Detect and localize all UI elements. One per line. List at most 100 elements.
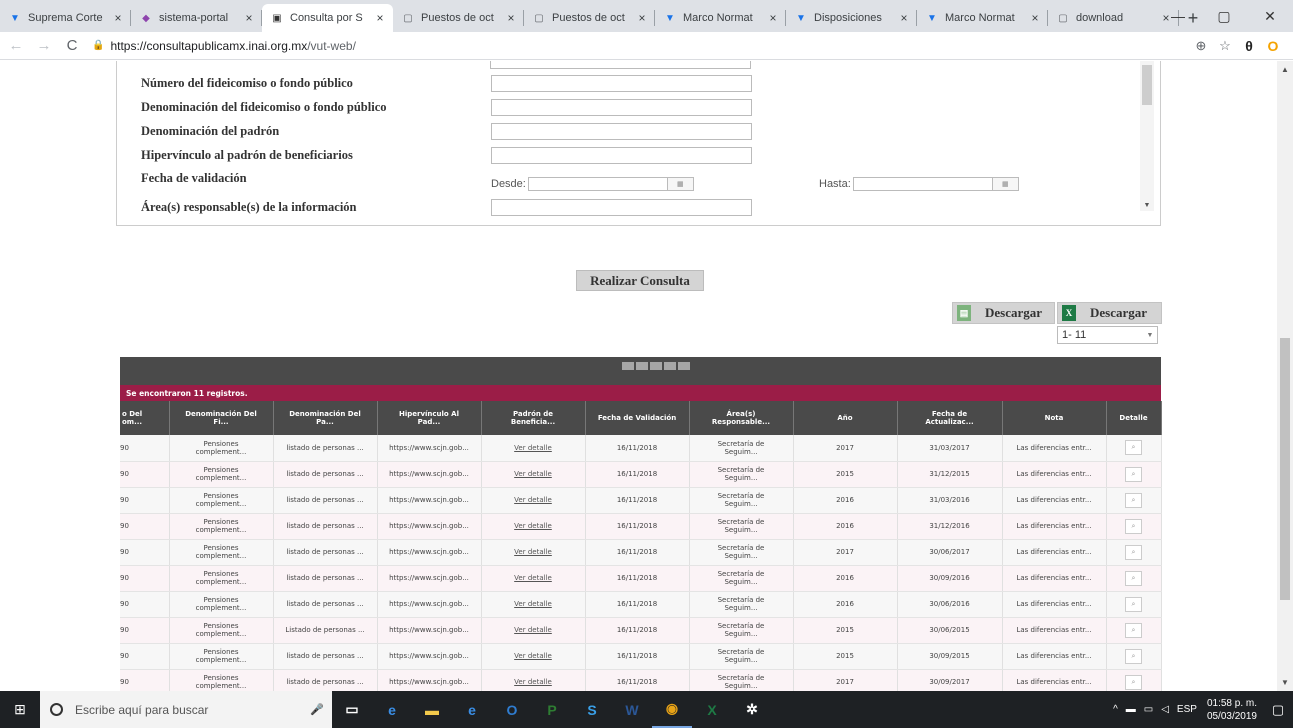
bookmark-star-icon[interactable]: ☆	[1213, 38, 1237, 54]
column-header[interactable]: Área(s) Responsable...	[689, 401, 794, 435]
detail-search-icon[interactable]: ⌕	[1125, 622, 1142, 638]
detail-search-icon[interactable]: ⌕	[1125, 492, 1142, 508]
browser-tab[interactable]: ▼ Disposiciones ×	[786, 4, 917, 32]
ver-detalle-link[interactable]: Ver detalle	[514, 444, 552, 452]
pager-last-button[interactable]	[678, 362, 690, 370]
outlook-icon[interactable]: O	[492, 691, 532, 728]
browser-tab[interactable]: ▼ Marco Normat ×	[655, 4, 786, 32]
ver-detalle-link[interactable]: Ver detalle	[514, 678, 552, 686]
ver-detalle-link[interactable]: Ver detalle	[514, 522, 552, 530]
pager-page-button[interactable]	[650, 362, 662, 370]
edge-icon[interactable]: e	[372, 691, 412, 728]
filter-input-previous[interactable]	[490, 61, 751, 69]
detail-search-icon[interactable]: ⌕	[1125, 518, 1142, 534]
browser-tab[interactable]: ▢ Puestos de oct ×	[524, 4, 655, 32]
project-icon[interactable]: P	[532, 691, 572, 728]
close-tab-icon[interactable]: ×	[1028, 11, 1042, 25]
zoom-icon[interactable]: ⊕	[1189, 38, 1213, 54]
column-header[interactable]: Fecha de Validación	[585, 401, 690, 435]
scroll-up-arrow-icon[interactable]: ▲	[1277, 65, 1293, 74]
scroll-down-arrow-icon[interactable]: ▼	[1277, 678, 1293, 687]
detail-search-icon[interactable]: ⌕	[1125, 674, 1142, 690]
chrome-icon[interactable]: ◉	[652, 691, 692, 728]
maximize-button[interactable]: ▢	[1201, 0, 1247, 32]
browser-tab[interactable]: ▢ Puestos de oct ×	[393, 4, 524, 32]
scrollbar-thumb[interactable]	[1280, 338, 1290, 600]
calendar-icon[interactable]: ▦	[992, 177, 1019, 191]
numero-fideicomiso-input[interactable]	[491, 74, 752, 92]
detail-search-icon[interactable]: ⌕	[1125, 466, 1142, 482]
windows-start-icon[interactable]: ⊞	[0, 691, 40, 728]
detail-search-icon[interactable]: ⌕	[1125, 570, 1142, 586]
browser-tab[interactable]: ▼ Suprema Corte ×	[0, 4, 131, 32]
browser-tab[interactable]: ▣ Consulta por S ×	[262, 4, 393, 32]
ver-detalle-link[interactable]: Ver detalle	[514, 470, 552, 478]
column-header[interactable]: Denominación Del Pa...	[273, 401, 378, 435]
download-excel-button[interactable]: X Descargar	[1057, 302, 1162, 324]
extension-icon[interactable]: O	[1261, 38, 1285, 54]
page-size-select[interactable]: 1- 11 ▼	[1057, 326, 1158, 344]
fecha-hasta-input[interactable]	[852, 177, 993, 191]
close-window-button[interactable]: ✕	[1247, 0, 1293, 32]
word-icon[interactable]: W	[612, 691, 652, 728]
volume-icon[interactable]: ◁	[1161, 704, 1169, 715]
column-header[interactable]: o Del om...	[120, 401, 170, 435]
minimize-button[interactable]: —	[1155, 0, 1201, 32]
browser-tab[interactable]: ◆ sistema-portal ×	[131, 4, 262, 32]
close-tab-icon[interactable]: ×	[766, 11, 780, 25]
denominacion-padron-input[interactable]	[491, 122, 752, 140]
pager-prev-button[interactable]	[636, 362, 648, 370]
task-view-icon[interactable]: ▭	[332, 691, 372, 728]
column-header[interactable]: Hipervínculo Al Pad...	[377, 401, 482, 435]
denominacion-fideicomiso-input[interactable]	[491, 98, 752, 116]
realizar-consulta-button[interactable]: Realizar Consulta	[576, 270, 704, 291]
detail-search-icon[interactable]: ⌕	[1125, 596, 1142, 612]
excel-icon[interactable]: X	[692, 691, 732, 728]
column-header[interactable]: Padrón de Beneficia...	[481, 401, 586, 435]
ver-detalle-link[interactable]: Ver detalle	[514, 600, 552, 608]
hipervinculo-padron-input[interactable]	[491, 146, 752, 164]
ver-detalle-link[interactable]: Ver detalle	[514, 548, 552, 556]
network-icon[interactable]: ▭	[1144, 704, 1153, 715]
filter-panel-scrollbar[interactable]: ▼	[1140, 61, 1154, 211]
language-indicator[interactable]: ESP	[1177, 704, 1197, 715]
back-button[interactable]: ←	[4, 34, 28, 58]
fecha-desde-input[interactable]	[527, 177, 668, 191]
column-header[interactable]: Denominación Del Fi...	[169, 401, 274, 435]
reload-button[interactable]: C	[60, 34, 84, 58]
taskbar-search-box[interactable]: Escribe aquí para buscar 🎤	[40, 691, 332, 728]
browser-tab[interactable]: ▼ Marco Normat ×	[917, 4, 1048, 32]
profile-icon[interactable]: θ	[1237, 38, 1261, 54]
internet-explorer-icon[interactable]: e	[452, 691, 492, 728]
forward-button[interactable]: →	[32, 34, 56, 58]
column-header[interactable]: Nota	[1002, 401, 1107, 435]
tray-expand-icon[interactable]: ^	[1113, 704, 1118, 715]
column-header[interactable]: Detalle	[1106, 401, 1162, 435]
notifications-icon[interactable]: ▢	[1263, 702, 1293, 718]
close-tab-icon[interactable]: ×	[242, 11, 256, 25]
settings-icon[interactable]: ✲	[732, 691, 772, 728]
calendar-icon[interactable]: ▦	[667, 177, 694, 191]
detail-search-icon[interactable]: ⌕	[1125, 440, 1142, 456]
pager-next-button[interactable]	[664, 362, 676, 370]
page-scrollbar[interactable]: ▲ ▼	[1277, 61, 1293, 691]
ver-detalle-link[interactable]: Ver detalle	[514, 496, 552, 504]
detail-search-icon[interactable]: ⌕	[1125, 544, 1142, 560]
close-tab-icon[interactable]: ×	[635, 11, 649, 25]
download-csv-button[interactable]: ▤ Descargar	[952, 302, 1055, 324]
ver-detalle-link[interactable]: Ver detalle	[514, 574, 552, 582]
close-tab-icon[interactable]: ×	[111, 11, 125, 25]
close-tab-icon[interactable]: ×	[897, 11, 911, 25]
address-bar[interactable]: 🔒 https://consultapublicamx.inai.org.mx /…	[92, 39, 1189, 53]
file-explorer-icon[interactable]: ▬	[412, 691, 452, 728]
battery-icon[interactable]: ▬	[1126, 704, 1136, 715]
clock[interactable]: 01:58 p. m. 05/03/2019	[1207, 697, 1257, 723]
area-responsable-input[interactable]	[491, 198, 752, 216]
ver-detalle-link[interactable]: Ver detalle	[514, 626, 552, 634]
scroll-down-arrow-icon[interactable]: ▼	[1140, 202, 1154, 209]
pager-first-button[interactable]	[622, 362, 634, 370]
close-tab-icon[interactable]: ×	[504, 11, 518, 25]
microphone-icon[interactable]: 🎤	[310, 703, 324, 716]
close-tab-icon[interactable]: ×	[373, 11, 387, 25]
scrollbar-thumb[interactable]	[1142, 65, 1152, 105]
